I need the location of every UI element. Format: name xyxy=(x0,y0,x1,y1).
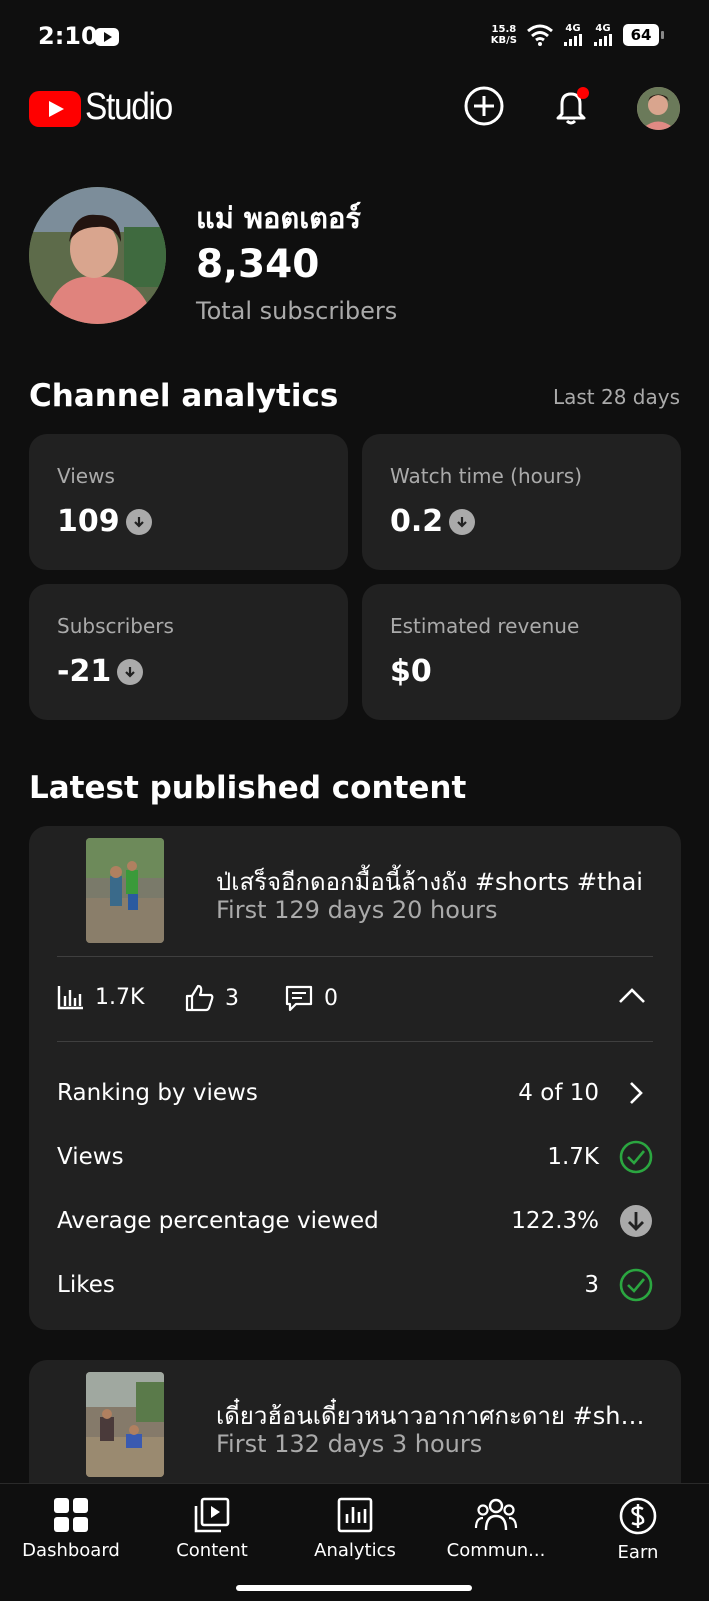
notifications-icon xyxy=(556,87,589,125)
content-icon xyxy=(194,1497,230,1533)
account-avatar[interactable] xyxy=(637,87,680,130)
views-stat: 1.7K xyxy=(57,984,144,1010)
metric-value: $0 xyxy=(390,654,432,689)
video-age: First 129 days 20 hours xyxy=(216,896,498,924)
cell-signal-1: 4G xyxy=(563,24,583,46)
thumbs-up-icon xyxy=(185,984,214,1012)
nav-content[interactable]: Content xyxy=(147,1496,277,1561)
avatar-image xyxy=(637,87,680,130)
home-indicator xyxy=(236,1585,472,1591)
chevron-up-icon xyxy=(619,988,645,1003)
notifications-button[interactable] xyxy=(549,84,593,128)
battery-indicator: 64 xyxy=(623,24,664,46)
subscriber-count: 8,340 xyxy=(196,242,320,287)
video-thumbnail-image xyxy=(86,1372,164,1477)
nav-community[interactable]: Commun... xyxy=(431,1496,561,1561)
status-time: 2:10 xyxy=(38,22,98,50)
avg-percentage-label: Average percentage viewed xyxy=(57,1208,379,1234)
metric-label: Watch time (hours) xyxy=(390,464,583,488)
channel-avatar-image xyxy=(29,187,166,324)
metric-label: Subscribers xyxy=(57,614,174,638)
likes-label: Likes xyxy=(57,1272,115,1298)
signal-bars-icon xyxy=(564,34,582,46)
divider xyxy=(57,1041,653,1042)
studio-logo-text: Studio xyxy=(85,86,173,128)
wifi-icon xyxy=(527,24,553,46)
check-circle-icon xyxy=(619,1140,653,1174)
youtube-logo-icon xyxy=(29,91,81,127)
comments-stat: 0 xyxy=(284,984,338,1012)
nav-dashboard[interactable]: Dashboard xyxy=(6,1496,136,1561)
channel-name: แม่ พอตเตอร์ xyxy=(196,201,362,235)
ranking-value: 4 of 10 xyxy=(518,1080,599,1106)
network-speed: 15.8 KB/S xyxy=(490,24,517,46)
content-card-latest: ป่เสร็จอีกดอกมื้อนี้ล้างถัง #shorts #tha… xyxy=(29,826,681,1330)
ranking-label: Ranking by views xyxy=(57,1080,258,1106)
collapse-button[interactable] xyxy=(617,986,647,1010)
video-age: First 132 days 3 hours xyxy=(216,1430,483,1458)
check-circle-icon xyxy=(619,1268,653,1302)
add-icon xyxy=(464,86,504,126)
youtube-notification-icon xyxy=(95,28,119,46)
create-button[interactable] xyxy=(462,84,506,128)
chevron-right-icon[interactable] xyxy=(619,1076,653,1110)
metric-value: 109 xyxy=(57,504,152,539)
channel-analytics-title: Channel analytics xyxy=(29,378,339,414)
likes-value: 3 xyxy=(584,1272,599,1298)
metric-card-revenue[interactable]: Estimated revenue $0 xyxy=(362,584,681,720)
metric-card-views[interactable]: Views 109 xyxy=(29,434,348,570)
video-thumbnail[interactable] xyxy=(86,1372,164,1477)
channel-avatar[interactable] xyxy=(29,187,166,324)
trend-down-icon xyxy=(125,508,152,535)
likes-stat: 3 xyxy=(185,984,239,1012)
metric-card-watch-time[interactable]: Watch time (hours) 0.2 xyxy=(362,434,681,570)
trend-down-icon xyxy=(117,658,144,685)
avg-percentage-value: 122.3% xyxy=(511,1208,599,1234)
signal-bars-icon xyxy=(594,34,612,46)
analytics-period: Last 28 days xyxy=(552,385,680,409)
analytics-icon xyxy=(337,1497,373,1533)
views-value: 1.7K xyxy=(547,1144,599,1170)
comment-icon xyxy=(285,985,313,1012)
nav-earn[interactable]: Earn xyxy=(573,1496,703,1563)
down-circle-icon xyxy=(619,1204,653,1238)
metric-label: Views xyxy=(57,464,115,488)
metric-label: Estimated revenue xyxy=(390,614,580,638)
metric-card-subscribers[interactable]: Subscribers -21 xyxy=(29,584,348,720)
status-indicators: 15.8 KB/S 4G 4G 64 xyxy=(490,24,664,46)
trend-down-icon xyxy=(449,508,476,535)
latest-content-title: Latest published content xyxy=(29,770,467,806)
views-label: Views xyxy=(57,1144,124,1170)
dashboard-icon xyxy=(54,1498,88,1532)
earn-icon xyxy=(619,1497,657,1535)
cell-signal-2: 4G xyxy=(593,24,613,46)
divider xyxy=(57,956,653,957)
nav-analytics[interactable]: Analytics xyxy=(290,1496,420,1561)
metric-value: 0.2 xyxy=(390,504,476,539)
bottom-navigation: Dashboard Content Analytics Commun... Ea… xyxy=(0,1483,709,1601)
video-thumbnail-image xyxy=(86,838,164,943)
bar-chart-icon xyxy=(57,986,83,1010)
metric-value: -21 xyxy=(57,654,144,689)
video-thumbnail[interactable] xyxy=(86,838,164,943)
community-icon xyxy=(474,1498,518,1531)
subscriber-label: Total subscribers xyxy=(196,297,398,325)
